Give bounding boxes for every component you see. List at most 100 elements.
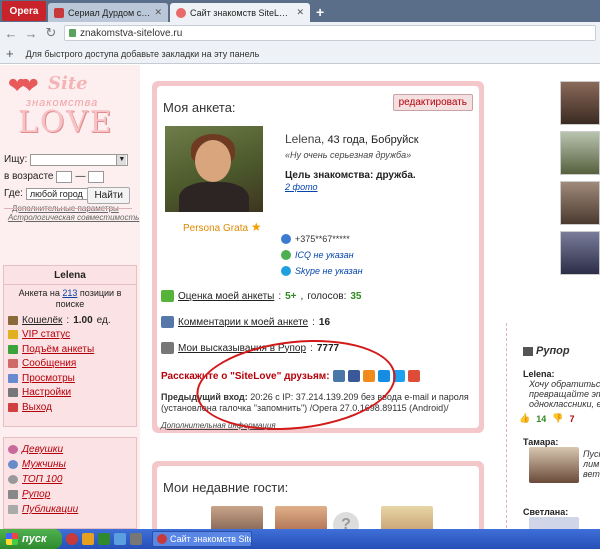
nav-top100[interactable]: ТОП 100: [4, 472, 136, 487]
windows-taskbar: пуск Сайт знакомств SiteL...: [0, 529, 600, 549]
icq-icon: [281, 250, 291, 260]
male-icon: [8, 460, 18, 469]
astro-link[interactable]: Астрологическая совместимость: [8, 213, 139, 222]
photos-link[interactable]: 2 фото: [285, 182, 318, 192]
odnoklassniki-icon[interactable]: [362, 370, 375, 382]
member-avatar[interactable]: [560, 131, 600, 175]
profile-photo[interactable]: [165, 126, 263, 212]
member-avatar[interactable]: [560, 81, 600, 125]
member-avatar[interactable]: [560, 231, 600, 275]
find-button[interactable]: Найти: [87, 187, 130, 204]
age-from-input[interactable]: [56, 170, 73, 183]
reload-icon[interactable]: ↻: [44, 25, 58, 41]
exit-icon: [8, 402, 18, 412]
megaphone-icon: [8, 490, 18, 499]
url-input[interactable]: znakomstva-sitelove.ru: [64, 25, 596, 41]
menu-exit[interactable]: Выход: [4, 400, 136, 415]
desktop-icon[interactable]: [114, 533, 126, 545]
quicklaunch-icon[interactable]: [82, 533, 94, 545]
site-logo[interactable]: ❤❤ Site знакомства LOVE: [4, 69, 134, 141]
back-icon[interactable]: ←: [4, 26, 18, 41]
opera-menu-button[interactable]: Opera: [2, 1, 46, 21]
quicklaunch-icon[interactable]: [130, 533, 142, 545]
wallet-icon: [8, 315, 18, 325]
excel-icon[interactable]: [98, 533, 110, 545]
rupor-votes: 👍 14 👎 7: [519, 413, 575, 424]
mailru-icon[interactable]: [377, 370, 390, 382]
facebook-icon[interactable]: [347, 370, 360, 382]
persona-grata-badge[interactable]: Persona Grata ★: [183, 220, 262, 234]
eye-icon: [8, 373, 18, 383]
browser-tabbar: Opera Сериал Дурдом смотреть о ✕ Сайт зн…: [0, 0, 600, 22]
add-bookmark-icon[interactable]: +: [6, 46, 14, 61]
thumbs-down-icon[interactable]: 👎: [552, 413, 563, 424]
nav-panel: Девушки Мужчины ТОП 100 Рупор Публикации: [3, 437, 137, 529]
right-sidebar: Рупор Lelena: Хочу обратиться превращайт…: [500, 65, 600, 529]
user-name[interactable]: Lelena: [4, 266, 136, 285]
chevron-down-icon: ▼: [116, 154, 127, 165]
user-icon: [8, 475, 18, 484]
megaphone-icon: [523, 346, 533, 356]
guest-avatar[interactable]: [211, 506, 263, 529]
google-icon[interactable]: [407, 370, 420, 382]
edit-button[interactable]: редактировать: [392, 94, 473, 111]
member-avatar[interactable]: [560, 181, 600, 225]
bookmarks-hint: Для быстрого доступа добавьте закладки н…: [25, 48, 260, 59]
rating-row: Оценка моей анкеты: 5+, голосов: 35: [161, 290, 361, 302]
guest-avatar[interactable]: [381, 506, 433, 529]
nav-rupor[interactable]: Рупор: [4, 487, 136, 502]
profile-name: Lelena, 43 года, Бобруйск: [285, 132, 419, 146]
left-sidebar: ❤❤ Site знакомства LOVE Ищу: ▼ в возраст…: [0, 65, 140, 529]
start-button[interactable]: пуск: [0, 529, 62, 549]
gender-select[interactable]: ▼: [30, 153, 129, 166]
nav-men[interactable]: Мужчины: [4, 457, 136, 472]
menu-messages[interactable]: Сообщения: [4, 357, 136, 372]
page-title: Моя анкета:: [163, 100, 236, 115]
browser-tab[interactable]: Сериал Дурдом смотреть о ✕: [48, 3, 168, 22]
opera-icon: [157, 534, 167, 544]
gear-icon: [8, 388, 18, 398]
hearts-icon: ❤❤: [8, 73, 39, 98]
guests-card: Мои недавние гости: ?: [152, 461, 484, 529]
windows-icon: [6, 533, 18, 545]
skype-icon: [281, 266, 291, 276]
lock-icon: [69, 29, 76, 37]
wallet-item[interactable]: Кошелёк: 1.00 ед.: [4, 313, 136, 328]
rank-text: Анкета на 213 позиции в поиске: [18, 288, 122, 309]
forward-icon[interactable]: →: [24, 26, 38, 41]
bookmarks-bar: + Для быстрого доступа добавьте закладки…: [0, 44, 600, 64]
icq-row: ICQ не указан: [281, 250, 354, 260]
close-tab-icon[interactable]: ✕: [154, 7, 162, 18]
menu-views[interactable]: Просмотры: [4, 371, 136, 386]
rupor-post-author[interactable]: Lelena:: [523, 369, 555, 379]
menu-lift[interactable]: Подъём анкеты: [4, 342, 136, 357]
thumbs-up-icon[interactable]: 👍: [519, 413, 530, 424]
twitter-icon[interactable]: [392, 370, 405, 382]
guest-avatar[interactable]: [275, 506, 327, 529]
more-info-link[interactable]: Дополнительная информация: [161, 421, 276, 430]
address-bar: ← → ↻ znakomstva-sitelove.ru: [0, 22, 600, 44]
age-to-input[interactable]: [88, 170, 105, 183]
browser-tab-active[interactable]: Сайт знакомств SiteLove - S ✕: [170, 3, 310, 22]
rupor-post-image[interactable]: [529, 517, 579, 529]
rupor-post-image[interactable]: [529, 447, 579, 483]
nav-girls[interactable]: Девушки: [4, 442, 136, 457]
star-icon: ★: [250, 220, 262, 234]
unknown-guest-icon[interactable]: ?: [333, 512, 359, 529]
close-tab-icon[interactable]: ✕: [296, 7, 304, 18]
thumbs-up-icon: [161, 290, 174, 302]
menu-settings[interactable]: Настройки: [4, 386, 136, 401]
rupor-post-author[interactable]: Тамара:: [523, 437, 558, 447]
comment-icon: [161, 316, 174, 328]
profile-quote: «Ну очень серьезная дружба»: [285, 150, 412, 160]
rupor-title[interactable]: Рупор: [523, 345, 570, 357]
nav-publications[interactable]: Публикации: [4, 502, 136, 517]
vk-icon[interactable]: [332, 370, 345, 382]
menu-vip[interactable]: VIP статус: [4, 328, 136, 343]
taskbar-window-button[interactable]: Сайт знакомств SiteL...: [152, 531, 252, 547]
female-icon: [8, 445, 18, 454]
rupor-post-author[interactable]: Светлана:: [523, 507, 568, 517]
opera-icon[interactable]: [66, 533, 78, 545]
new-tab-icon[interactable]: +: [316, 4, 324, 20]
rupor-post-text: одноклассники, еко: [529, 399, 600, 409]
